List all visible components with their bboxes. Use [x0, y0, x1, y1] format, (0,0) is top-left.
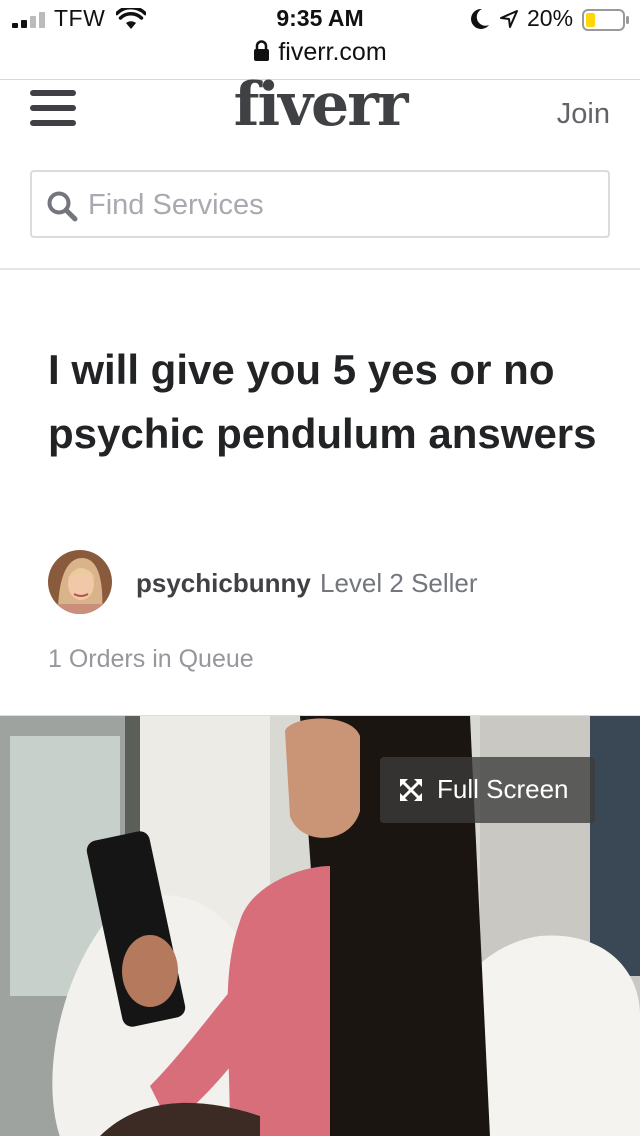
join-button[interactable]: Join	[557, 98, 610, 131]
address-bar[interactable]: fiverr.com	[0, 38, 640, 72]
search-icon	[47, 191, 78, 222]
fiverr-logo[interactable]: fiverr	[0, 70, 640, 140]
orders-in-queue: 1 Orders in Queue	[48, 645, 254, 673]
gig-title: I will give you 5 yes or no psychic pend…	[48, 346, 597, 457]
seller-avatar[interactable]	[48, 550, 112, 614]
full-screen-label: Full Screen	[437, 774, 569, 804]
lock-icon	[254, 40, 270, 61]
search-box[interactable]	[30, 170, 610, 238]
gig-image[interactable]: Full Screen	[0, 715, 640, 1136]
location-icon	[500, 10, 518, 28]
seller-name-link[interactable]: psychicbunny	[136, 568, 311, 599]
url-text: fiverr.com	[278, 38, 387, 66]
expand-icon	[400, 779, 422, 801]
seller-level: Level 2 Seller	[320, 568, 478, 598]
moon-icon	[471, 8, 489, 29]
battery-percentage: 20%	[527, 5, 574, 31]
battery-icon	[582, 9, 629, 31]
section-divider	[0, 268, 640, 270]
search-input[interactable]	[88, 182, 588, 228]
full-screen-button[interactable]: Full Screen	[380, 757, 595, 823]
status-bar: TFW 9:35 AM 20%	[0, 0, 640, 40]
